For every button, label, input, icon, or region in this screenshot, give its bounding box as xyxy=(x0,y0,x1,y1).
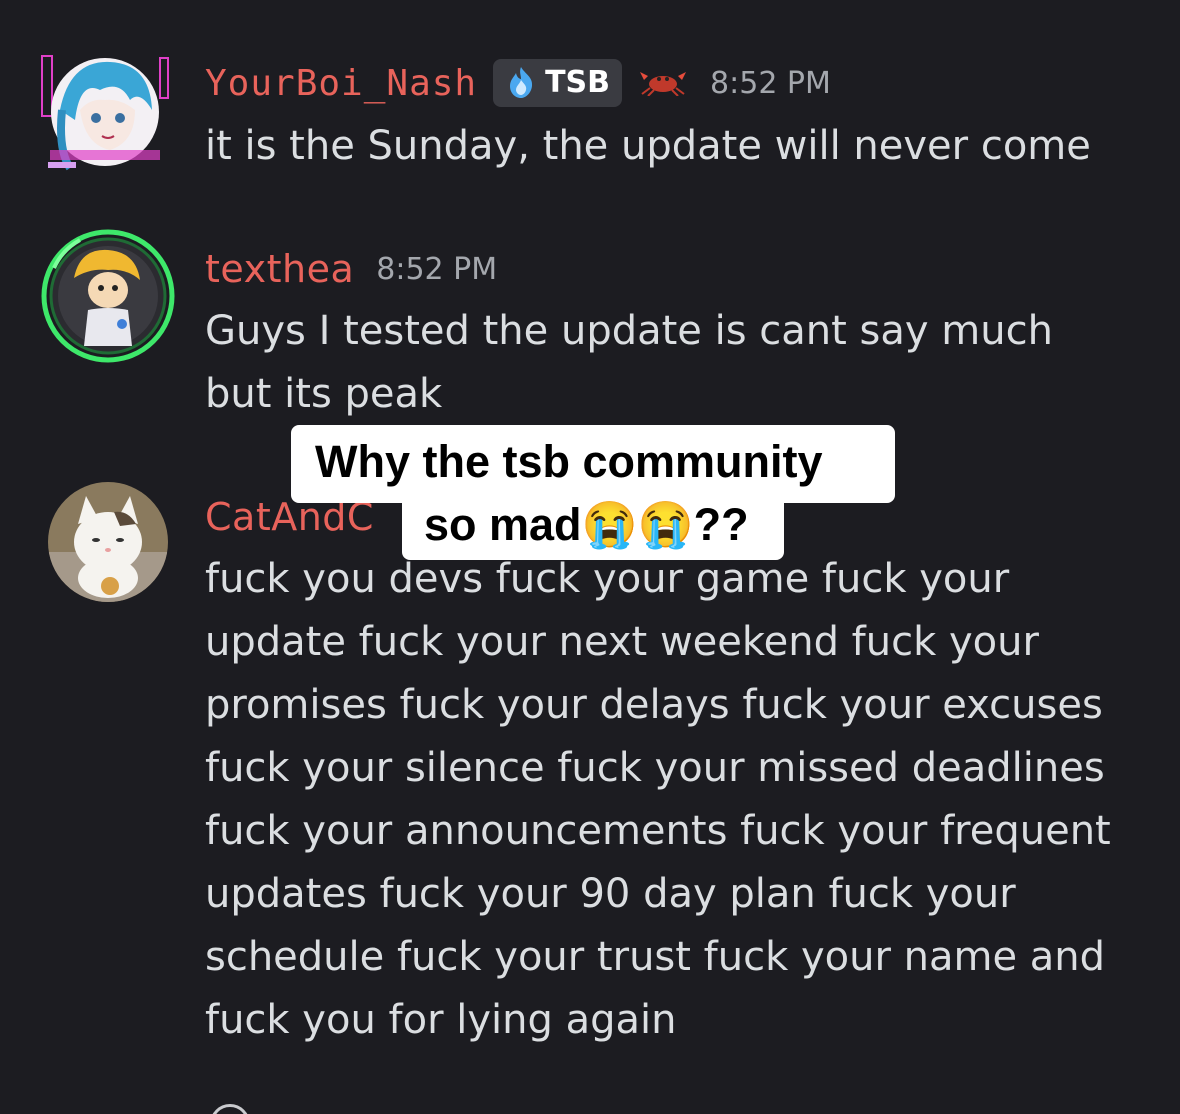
white-cat-avatar-icon xyxy=(48,482,168,602)
username[interactable]: YourBoi_Nash xyxy=(205,63,477,104)
timestamp: 8:52 PM xyxy=(376,251,498,287)
cartoon-character-avatar-icon xyxy=(41,229,175,363)
message-header: YourBoi_Nash TSB 8:52 PM xyxy=(205,54,831,112)
username[interactable]: texthea xyxy=(205,247,354,291)
avatar[interactable] xyxy=(48,482,168,602)
avatar[interactable] xyxy=(40,228,176,364)
next-avatar[interactable] xyxy=(210,1104,250,1114)
message-header: texthea 8:52 PM xyxy=(205,240,497,298)
message-text: it is the Sunday, the update will never … xyxy=(205,123,1091,169)
chat-view: YourBoi_Nash TSB 8:52 PM it is the Sunda… xyxy=(0,0,1180,1114)
guild-tag[interactable]: TSB xyxy=(493,59,623,107)
message-text: fuck you devs fuck your game fuck your u… xyxy=(205,556,1111,1043)
avatar[interactable] xyxy=(40,50,170,175)
caption-line-2: so mad😭😭?? xyxy=(402,494,784,560)
anime-girl-blue-hair-avatar-icon xyxy=(40,50,170,175)
caption-line-1: Why the tsb community xyxy=(291,425,895,503)
timestamp: 8:52 PM xyxy=(710,65,831,101)
message-text: Guys I tested the update is cant say muc… xyxy=(205,308,1053,417)
flame-icon xyxy=(510,67,533,98)
guild-tag-label: TSB xyxy=(545,64,611,100)
crab-icon xyxy=(638,66,688,100)
